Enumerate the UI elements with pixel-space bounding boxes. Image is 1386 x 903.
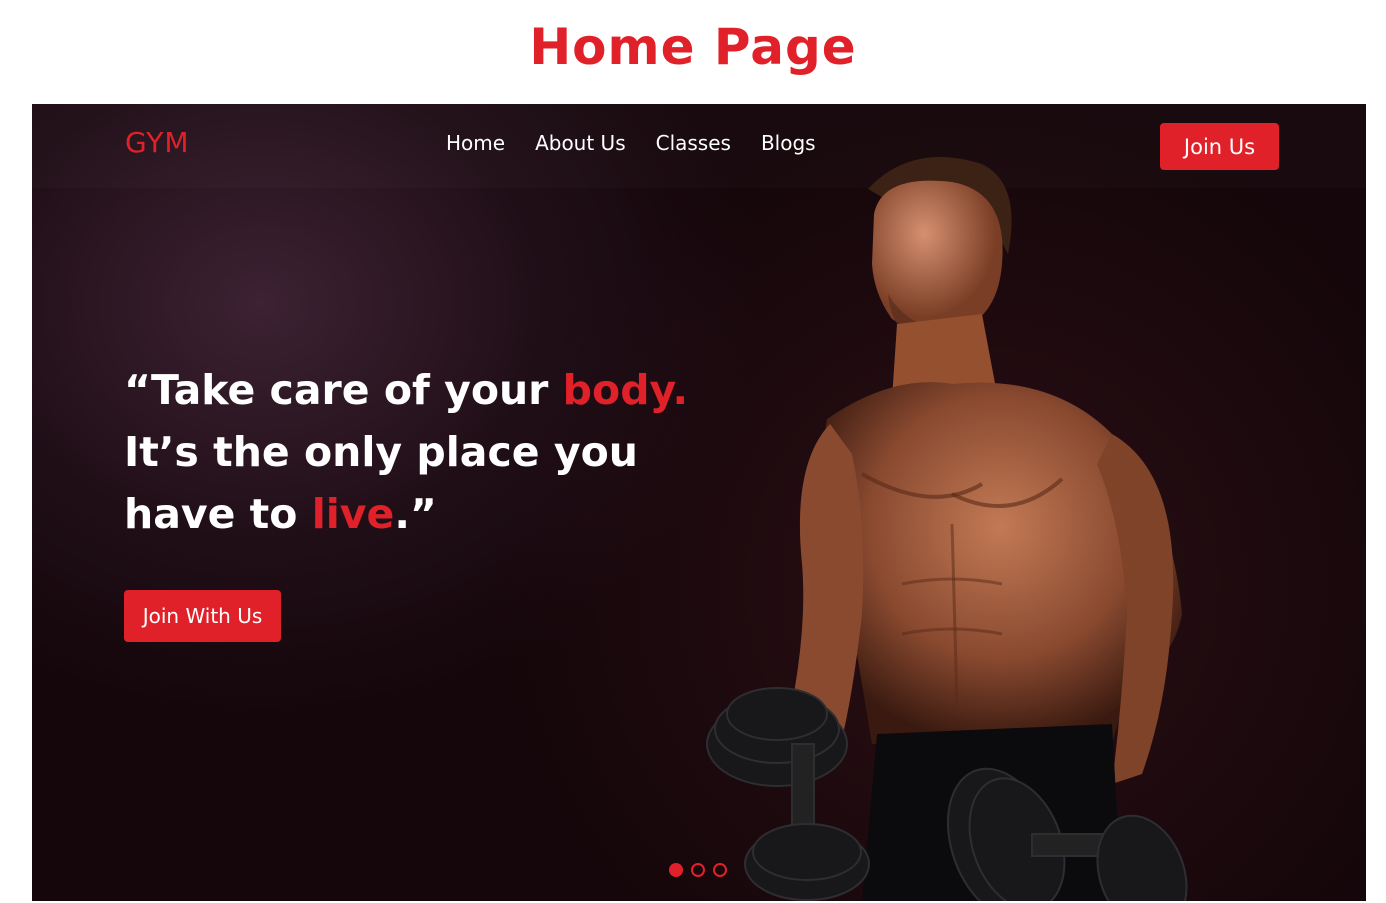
page-heading: Home Page [529, 18, 857, 76]
quote-line-1: “Take care of your body. [124, 359, 704, 421]
carousel-dot-3[interactable] [713, 863, 727, 877]
quote-text: .” [394, 490, 437, 538]
quote-line-2: It’s the only place you [124, 421, 704, 483]
quote-text: It’s the only place you [124, 428, 638, 476]
join-with-us-button[interactable]: Join With Us [124, 590, 281, 642]
quote-accent-text: body. [562, 366, 689, 414]
quote-text: “Take care of your [124, 366, 563, 414]
quote-text: have to [124, 490, 312, 538]
carousel-dot-1[interactable] [669, 863, 683, 877]
quote-line-3: have to live.” [124, 483, 704, 545]
carousel-dot-2[interactable] [691, 863, 705, 877]
muscular-man-with-dumbbells-photo [706, 156, 1188, 901]
nav-about-us[interactable]: About Us [535, 131, 626, 155]
carousel-indicators [669, 863, 727, 877]
hero-quote: “Take care of your body. It’s the only p… [124, 359, 704, 545]
gym-logo[interactable]: GYM [125, 126, 190, 159]
hero-banner: GYM Home About Us Classes Blogs Join Us [32, 104, 1366, 901]
nav-home[interactable]: Home [446, 131, 505, 155]
quote-accent-text: live [311, 490, 395, 538]
